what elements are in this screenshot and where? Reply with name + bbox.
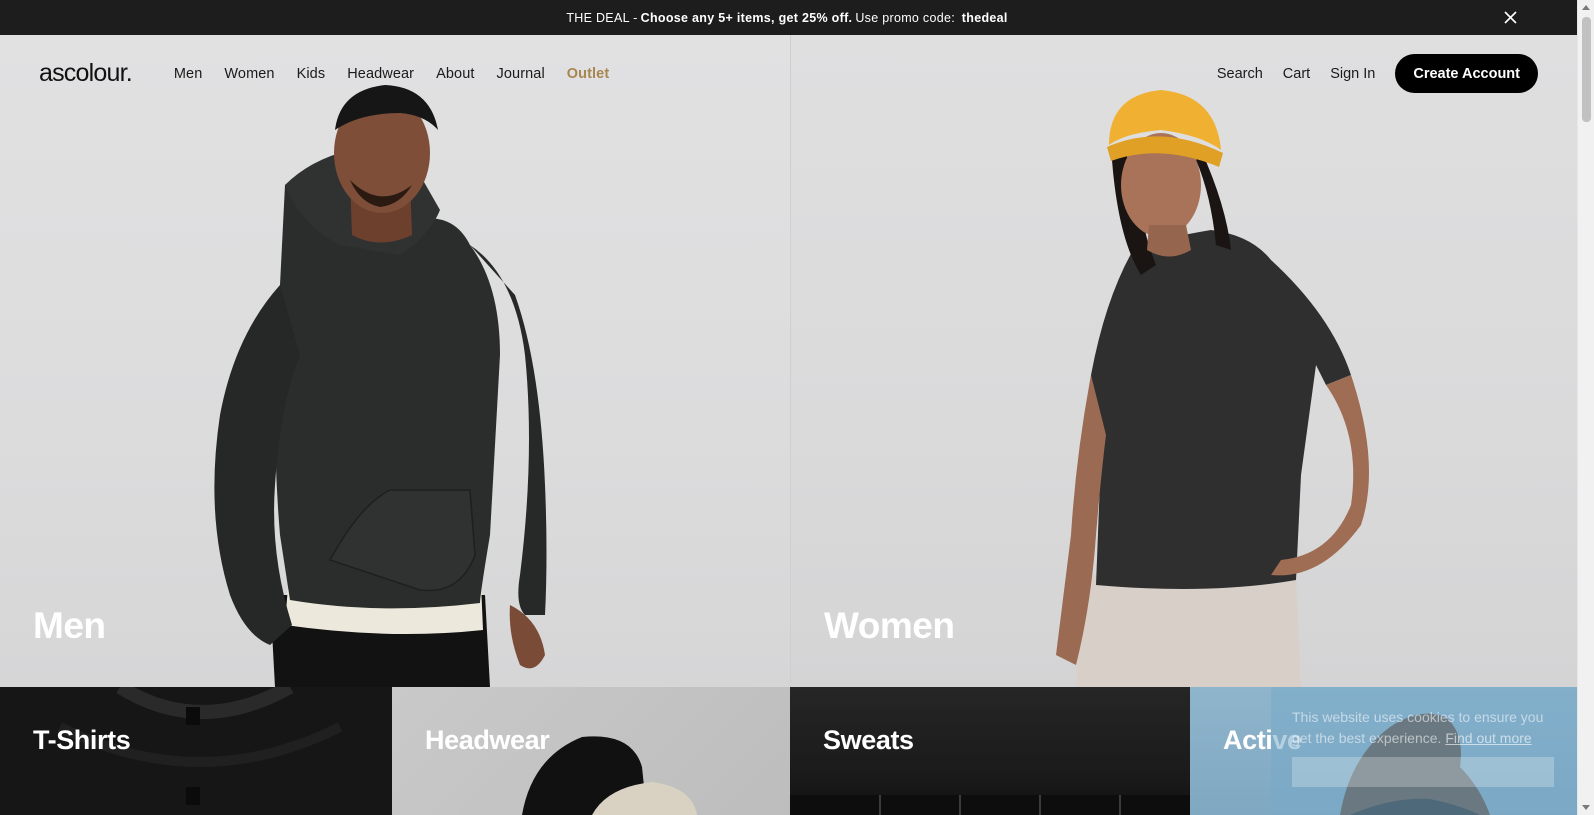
men-model-image bbox=[214, 85, 547, 687]
category-label-sweats[interactable]: Sweats bbox=[823, 725, 914, 756]
announcement-bar: THE DEAL - Choose any 5+ items, get 25% … bbox=[0, 0, 1577, 35]
hero-women[interactable]: Women bbox=[790, 35, 1577, 687]
create-account-button[interactable]: Create Account bbox=[1395, 54, 1538, 93]
cookie-find-out-more-link[interactable]: Find out more bbox=[1445, 730, 1531, 746]
search-link[interactable]: Search bbox=[1217, 66, 1263, 82]
cookie-notice: This website uses cookies to ensure you … bbox=[1271, 687, 1577, 815]
category-tile-tshirts[interactable]: T-Shirts bbox=[0, 687, 392, 815]
nav-headwear[interactable]: Headwear bbox=[347, 66, 414, 82]
category-tile-sweats[interactable]: Sweats bbox=[790, 687, 1190, 815]
cookie-accept-button[interactable] bbox=[1292, 757, 1554, 787]
nav-kids[interactable]: Kids bbox=[297, 66, 326, 82]
category-label-tshirts[interactable]: T-Shirts bbox=[33, 725, 131, 756]
account-nav: Search Cart Sign In Create Account bbox=[1197, 54, 1538, 93]
hero-women-label[interactable]: Women bbox=[824, 605, 955, 647]
announcement-code: thedeal bbox=[961, 10, 1008, 25]
cart-link[interactable]: Cart bbox=[1283, 66, 1310, 82]
announcement-promo-text: Use promo code: bbox=[855, 10, 956, 25]
scroll-down-arrow-icon[interactable] bbox=[1582, 805, 1590, 810]
scroll-up-arrow-icon[interactable] bbox=[1582, 5, 1590, 10]
logo[interactable]: ascolour. bbox=[39, 59, 133, 88]
announcement-offer: Choose any 5+ items, get 25% off. bbox=[640, 10, 853, 25]
site-header: ascolour. Men Women Kids Headwear About … bbox=[0, 35, 1577, 112]
category-tile-headwear[interactable]: Headwear bbox=[392, 687, 790, 815]
category-label-headwear[interactable]: Headwear bbox=[425, 725, 550, 756]
close-icon[interactable] bbox=[1502, 9, 1519, 26]
scroll-thumb[interactable] bbox=[1582, 17, 1591, 122]
nav-men[interactable]: Men bbox=[174, 66, 203, 82]
hero-men[interactable]: Men bbox=[0, 35, 790, 687]
women-model-image bbox=[1056, 90, 1369, 687]
announcement-prefix: THE DEAL - bbox=[566, 10, 638, 25]
nav-outlet[interactable]: Outlet bbox=[567, 66, 610, 82]
nav-about[interactable]: About bbox=[436, 66, 474, 82]
nav-women[interactable]: Women bbox=[224, 66, 274, 82]
page-scrollbar[interactable] bbox=[1577, 0, 1594, 815]
main-nav: Men Women Kids Headwear About Journal Ou… bbox=[174, 66, 631, 82]
nav-journal[interactable]: Journal bbox=[497, 66, 545, 82]
hero-men-label[interactable]: Men bbox=[33, 605, 106, 647]
sign-in-link[interactable]: Sign In bbox=[1330, 66, 1375, 82]
